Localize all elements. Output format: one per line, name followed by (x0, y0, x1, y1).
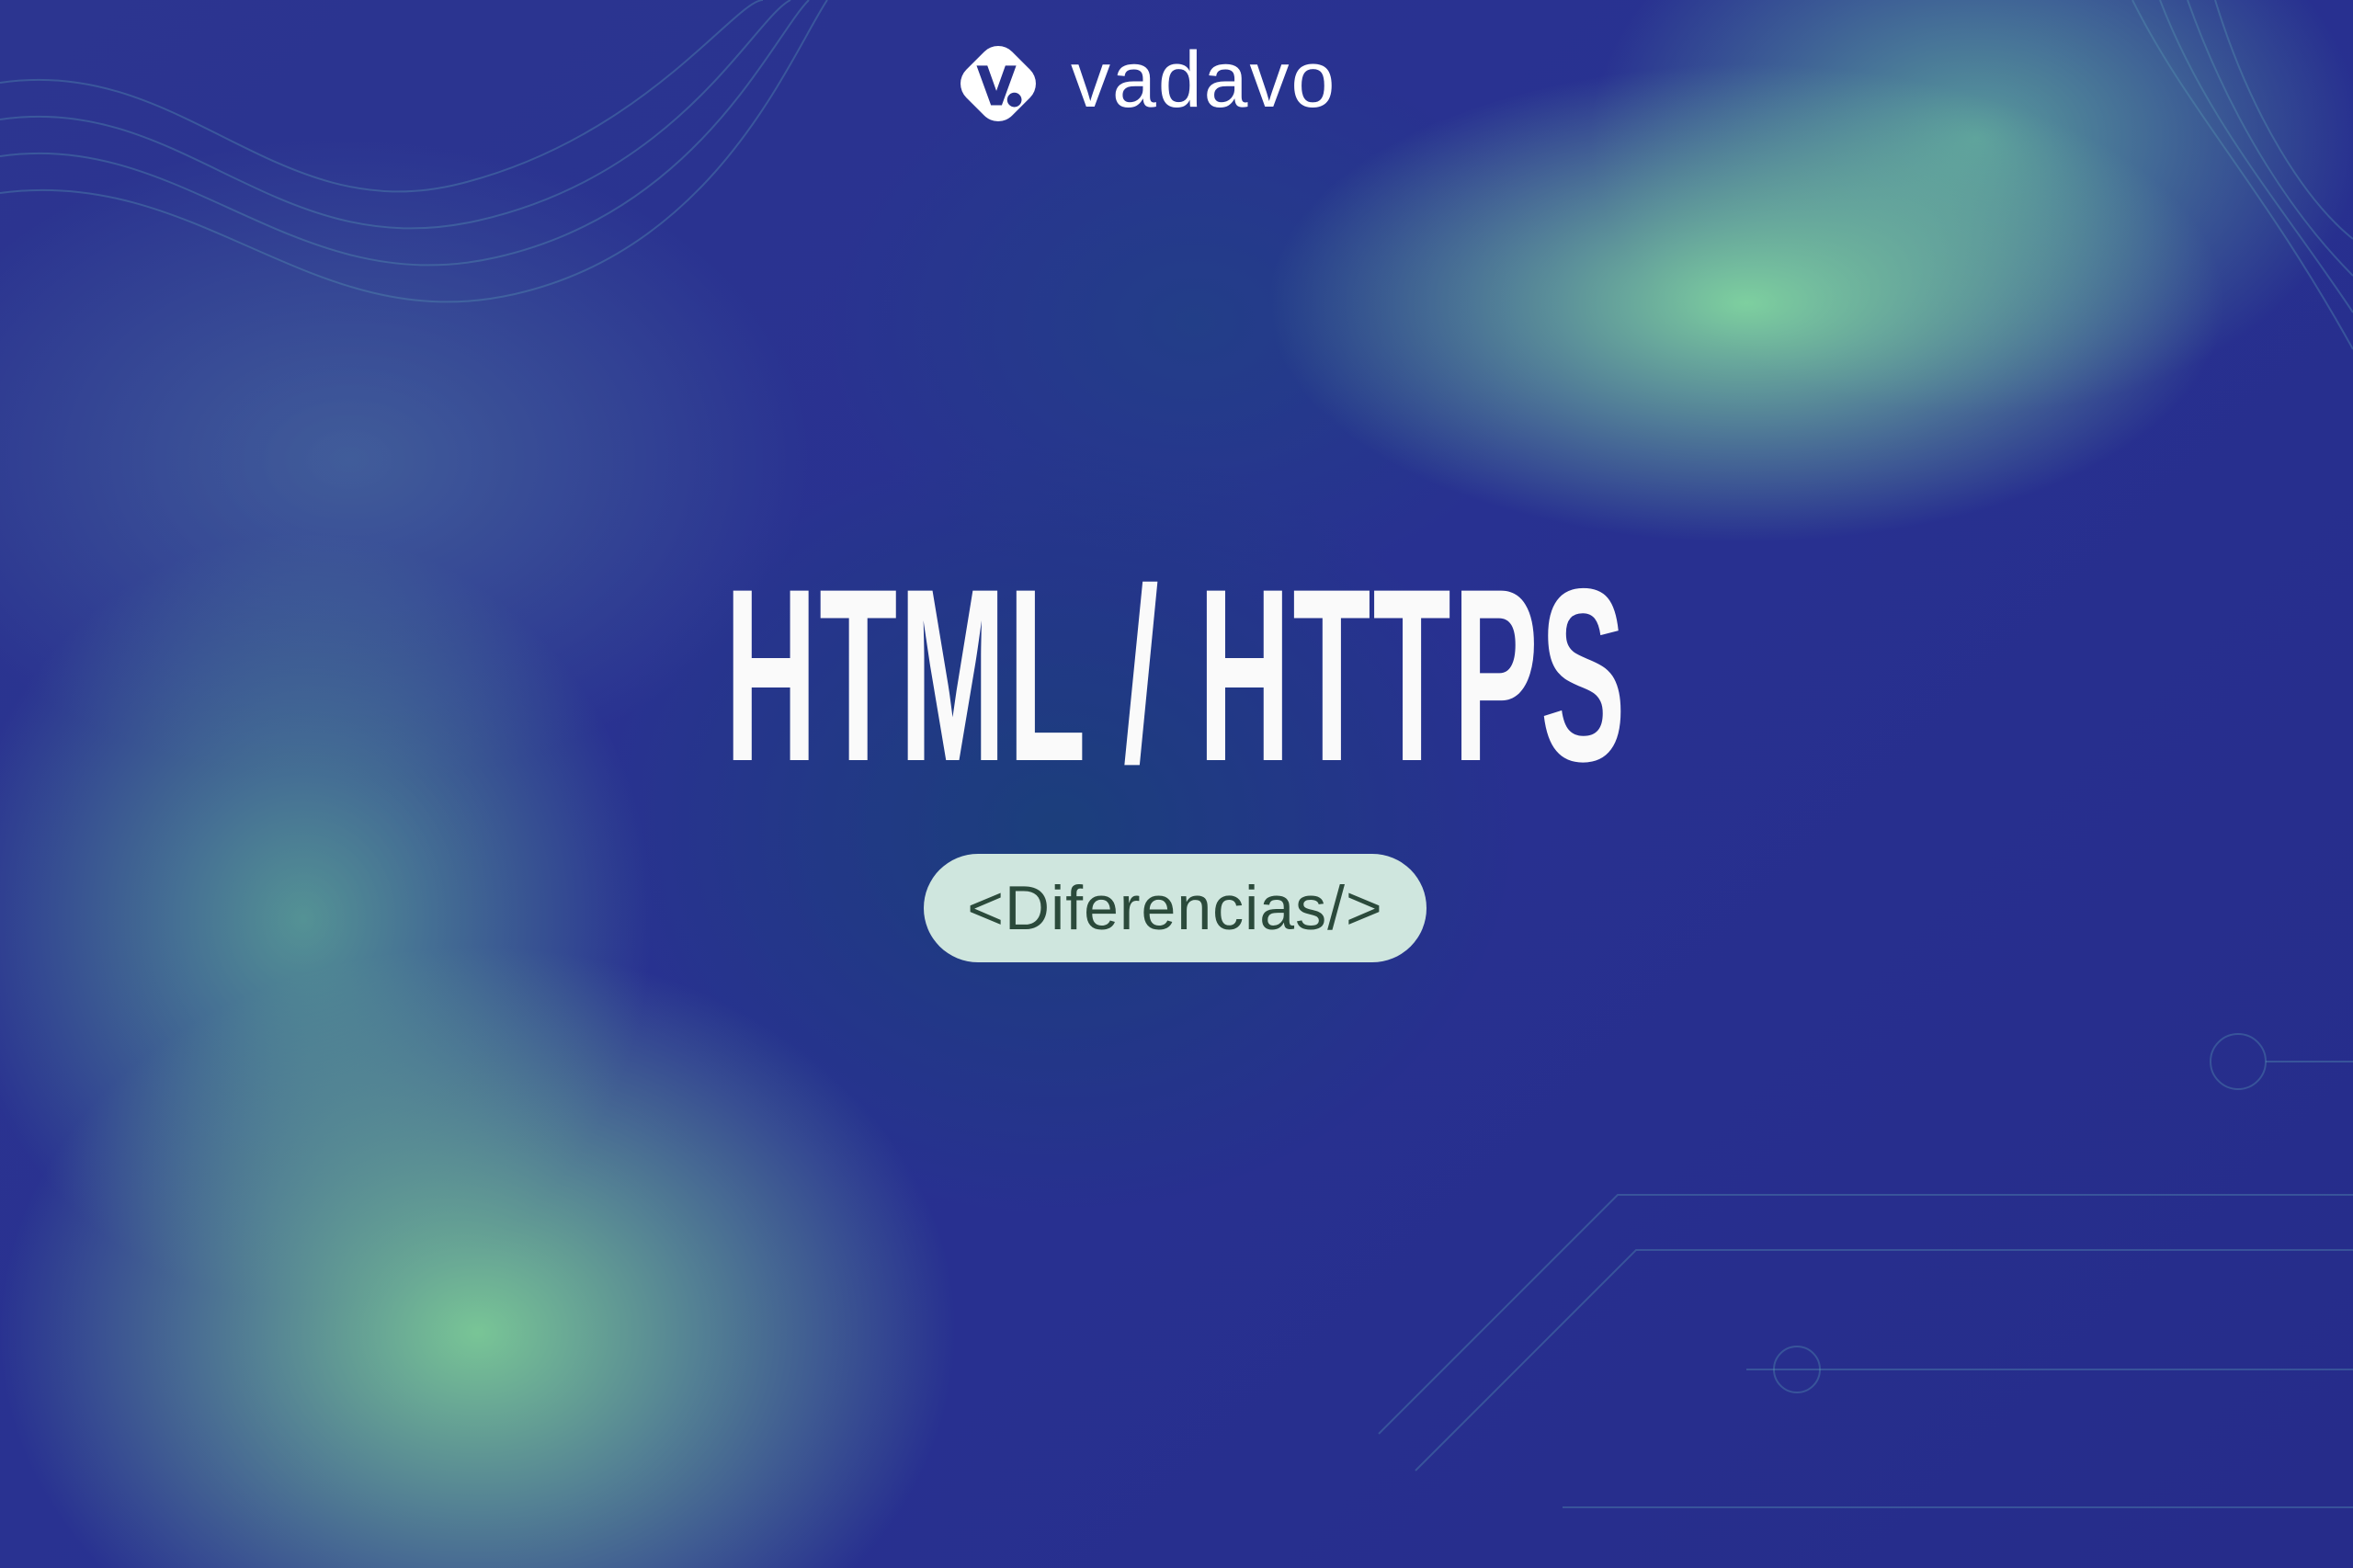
vadavo-logo-icon (961, 46, 1036, 121)
brand-logo: vadavo (953, 39, 1336, 129)
brand-name: vadavo (1071, 36, 1337, 124)
tag-pill: <Diferencias/> (924, 854, 1427, 962)
page-title-wrap: HTML / HTTPS (0, 551, 2353, 798)
page-title: HTML / HTTPS (724, 537, 1629, 812)
tag-label: <Diferencias/> (967, 873, 1383, 943)
